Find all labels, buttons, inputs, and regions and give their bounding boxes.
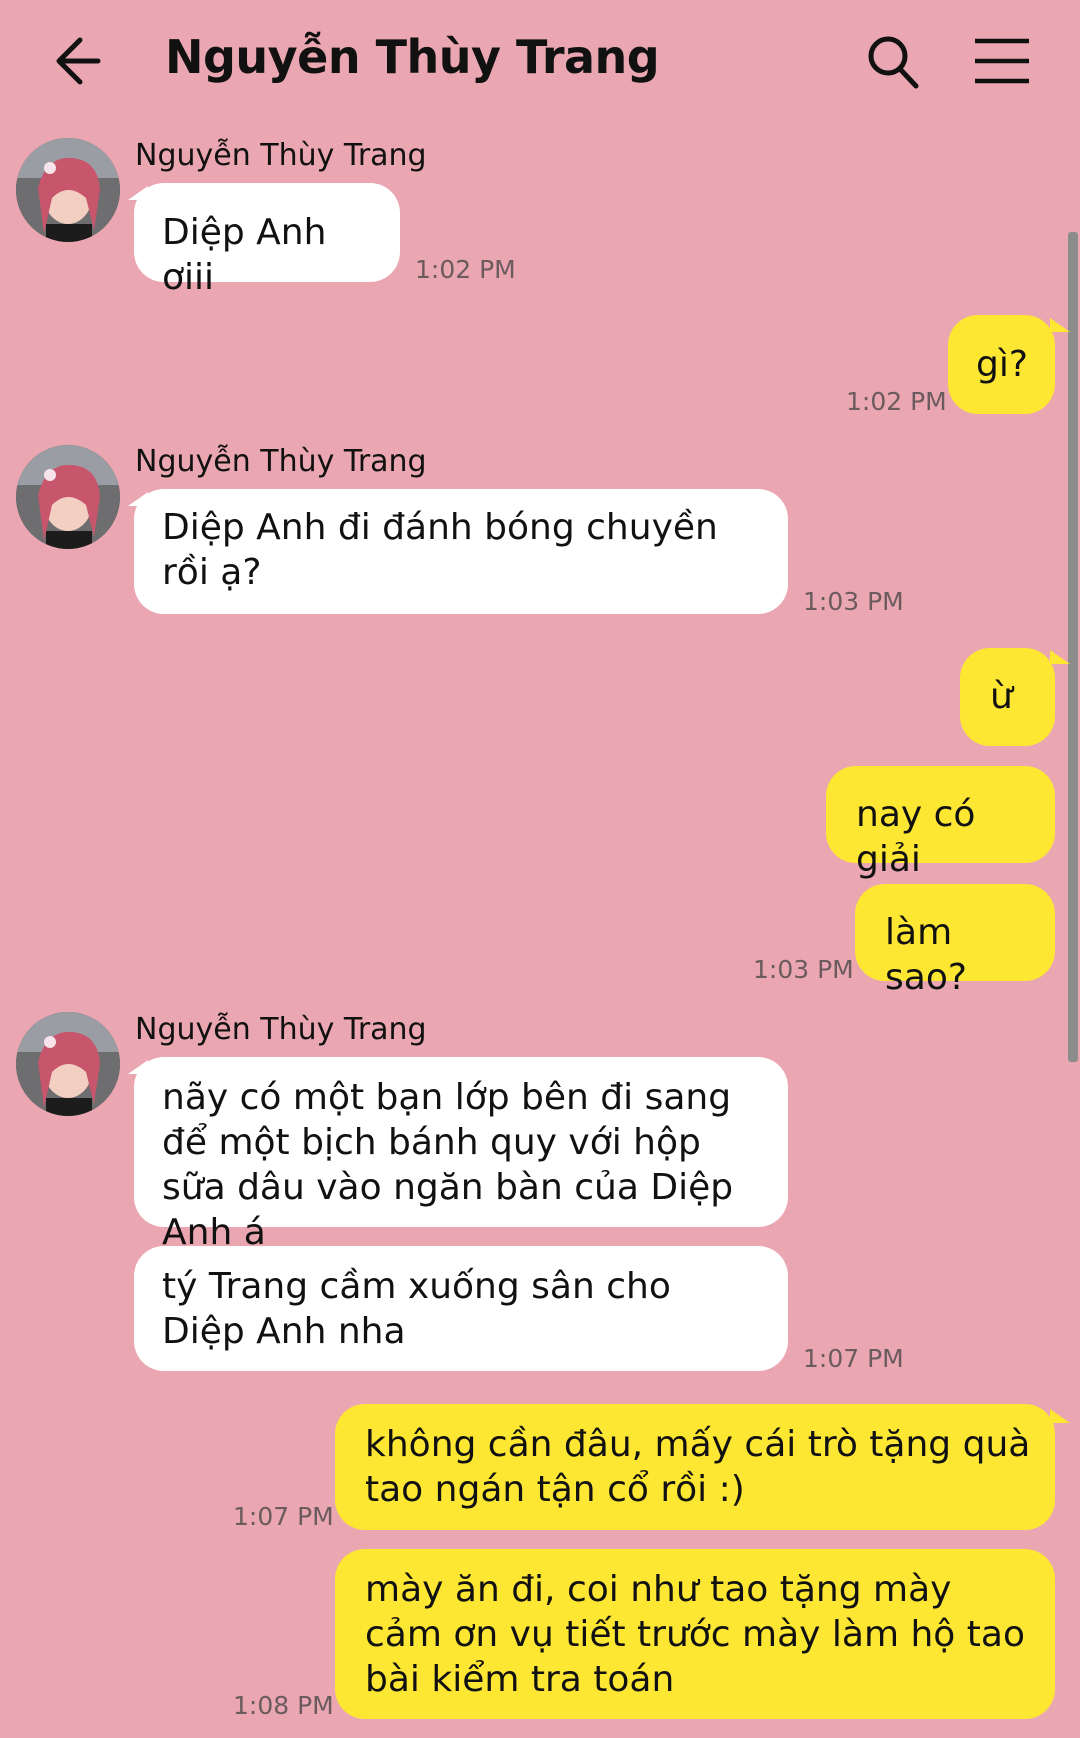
message-bubble[interactable]: Diệp Anh đi đánh bóng chuyền rồi ạ? (134, 489, 788, 614)
message-text: gì? (976, 344, 1028, 385)
avatar-photo (16, 1012, 120, 1116)
message-text: ừ (990, 676, 1013, 717)
message-time: 1:03 PM (803, 587, 904, 616)
sender-name: Nguyễn Thùy Trang (135, 1012, 427, 1047)
message-text: không cần đâu, mấy cái trò tặng quà tao … (365, 1424, 1031, 1510)
chat-header: Nguyễn Thùy Trang (0, 0, 1080, 125)
search-button[interactable] (866, 32, 922, 92)
avatar[interactable] (16, 445, 120, 549)
message-bubble[interactable]: mày ăn đi, coi như tao tặng mày cảm ơn v… (335, 1549, 1055, 1719)
message-text: Diệp Anh đi đánh bóng chuyền rồi ạ? (162, 507, 718, 593)
message-text: nay có giải (856, 794, 976, 880)
bubble-tail (1050, 650, 1070, 664)
message-time: 1:08 PM (233, 1691, 334, 1720)
sender-name: Nguyễn Thùy Trang (135, 138, 427, 173)
message-bubble[interactable]: gì? (948, 315, 1055, 414)
message-bubble[interactable]: nay có giải (826, 766, 1055, 880)
avatar-photo (16, 138, 120, 242)
conversation-title: Nguyễn Thùy Trang (165, 30, 660, 84)
avatar[interactable] (16, 138, 120, 242)
message-bubble[interactable]: làm sao? (855, 884, 1055, 998)
message-bubble[interactable]: nãy có một bạn lớp bên đi sang để một bị… (134, 1057, 788, 1253)
avatar[interactable] (16, 1012, 120, 1116)
message-bubble[interactable]: tý Trang cầm xuống sân cho Diệp Anh nha (134, 1246, 788, 1371)
sender-name: Nguyễn Thùy Trang (135, 444, 427, 479)
message-text: Diệp Anh ơiii (162, 212, 327, 298)
menu-button[interactable] (973, 36, 1031, 86)
message-text: tý Trang cầm xuống sân cho Diệp Anh nha (162, 1266, 671, 1352)
message-time: 1:02 PM (846, 387, 947, 416)
message-time: 1:07 PM (803, 1344, 904, 1373)
message-bubble[interactable]: Diệp Anh ơiii (134, 183, 400, 298)
bubble-tail (1050, 318, 1070, 332)
message-bubble[interactable]: không cần đâu, mấy cái trò tặng quà tao … (335, 1404, 1055, 1530)
bubble-tail (1050, 1409, 1070, 1423)
message-text: làm sao? (885, 912, 967, 998)
message-bubble[interactable]: ừ (960, 648, 1055, 746)
message-text: nãy có một bạn lớp bên đi sang để một bị… (162, 1077, 734, 1253)
back-button[interactable] (50, 28, 110, 93)
scrollbar-thumb[interactable] (1068, 232, 1078, 1062)
message-time: 1:02 PM (415, 255, 516, 284)
hamburger-menu-icon (975, 38, 1029, 84)
message-time: 1:03 PM (753, 955, 854, 984)
avatar-photo (16, 445, 120, 549)
arrow-left-icon (56, 37, 101, 85)
search-icon (868, 36, 919, 89)
message-text: mày ăn đi, coi như tao tặng mày cảm ơn v… (365, 1569, 1025, 1700)
message-time: 1:07 PM (233, 1502, 334, 1531)
